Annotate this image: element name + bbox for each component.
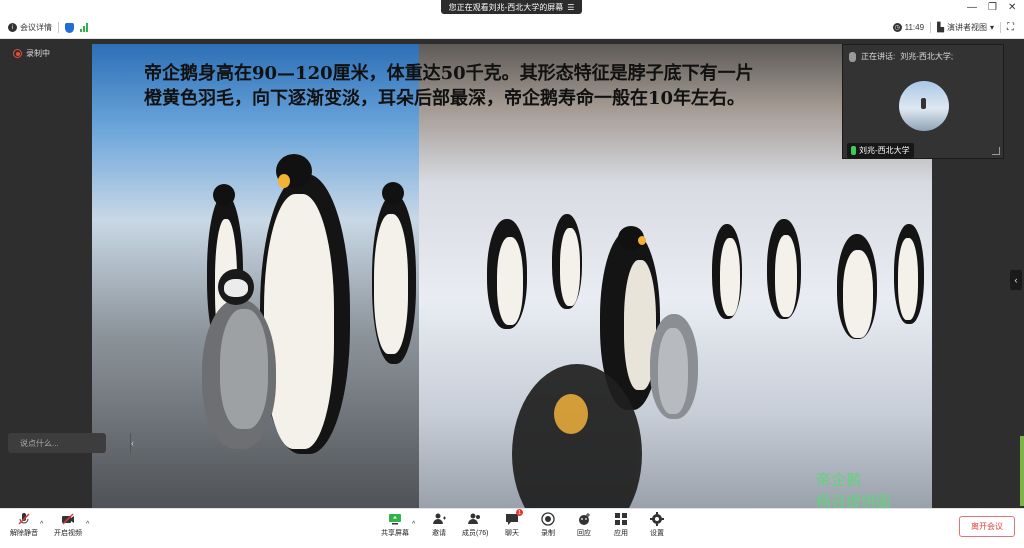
banner-text: 您正在观看刘兆-西北大学的屏幕 [448, 2, 564, 12]
record-label: 录制 [541, 530, 555, 537]
chevron-up-icon[interactable]: ^ [86, 521, 89, 528]
record-icon [13, 49, 22, 58]
photo-caption: 帝企鹅 杨召提供图 [816, 469, 891, 508]
chat-quick-input: ‹ [8, 433, 134, 453]
mic-muted-icon [17, 512, 31, 526]
layout-icon: ▙ [937, 22, 944, 32]
clock: ◷ 11:49 [892, 23, 925, 32]
slide-text-line: 帝企鹅身高在90—120厘米，体重达50千克。其形态特征是脖子底下有一片 [144, 63, 754, 84]
camera-off-icon [61, 512, 75, 526]
restore-icon[interactable]: ❐ [988, 2, 997, 13]
speaker-name-tag: 刘兆-西北大学 [847, 143, 914, 158]
info-icon: i [8, 23, 17, 32]
reaction-label: 回应 [577, 530, 591, 537]
chevron-up-icon[interactable]: ^ [412, 521, 415, 528]
reaction-button[interactable]: 回应 [577, 512, 591, 538]
apps-label: 应用 [614, 530, 628, 537]
view-mode-dropdown[interactable]: ▙ 演讲者视图 ▾ [937, 22, 994, 33]
meeting-details-label: 会议详情 [20, 23, 52, 32]
shield-icon[interactable] [65, 22, 74, 33]
minimize-icon[interactable]: — [967, 2, 977, 13]
share-screen-label: 共享屏幕 [381, 530, 409, 537]
meeting-stage: 录制中 帝企鹅身高在90—120厘米，体重达50千克。其形态特征是脖子底下有一片… [0, 39, 1024, 508]
settings-label: 设置 [650, 530, 664, 537]
chevron-left-icon[interactable]: ‹ [1010, 270, 1022, 290]
clock-icon: ◷ [892, 23, 902, 32]
add-user-icon [432, 512, 446, 526]
caption-line: 帝企鹅 [816, 471, 862, 489]
microphone-icon [849, 51, 856, 62]
speaker-name: 刘兆-西北大学 [859, 146, 910, 155]
unmute-button[interactable]: 解除静音 [10, 512, 38, 538]
gear-icon [650, 512, 664, 526]
share-screen-button[interactable]: 共享屏幕 [381, 512, 409, 538]
reaction-icon [577, 512, 591, 526]
apps-button[interactable]: 应用 [614, 512, 628, 538]
meeting-toolbar: 解除静音 ^ 开启视频 ^ 共享屏幕 ^ 邀请 成员(76) 1 聊天 录制 回… [0, 508, 1024, 548]
chat-icon: 1 [505, 509, 523, 526]
start-video-button[interactable]: 开启视频 [54, 512, 82, 538]
chat-input[interactable] [14, 433, 130, 453]
recording-label: 录制中 [26, 49, 50, 58]
chevron-down-icon: ▾ [989, 23, 994, 32]
slide-text-line: 橙黄色羽毛，向下逐渐变淡，耳朵后部最深，帝企鹅寿命一般在10年左右。 [144, 88, 746, 109]
avatar [899, 81, 949, 131]
resize-handle[interactable] [992, 147, 1000, 155]
menu-icon[interactable]: ☰ [567, 3, 574, 12]
microphone-icon [851, 146, 856, 155]
invite-button[interactable]: 邀请 [432, 512, 446, 538]
fullscreen-icon[interactable]: ⛶ [1007, 22, 1014, 33]
unmute-label: 解除静音 [10, 530, 38, 537]
screen-share-banner[interactable]: 您正在观看刘兆-西北大学的屏幕 ☰ [441, 0, 582, 14]
slide-text: 帝企鹅身高在90—120厘米，体重达50千克。其形态特征是脖子底下有一片 橙黄色… [144, 61, 884, 111]
meeting-details-button[interactable]: i 会议详情 [8, 22, 52, 33]
leave-meeting-button[interactable]: 离开会议 [959, 516, 1015, 537]
clock-time: 11:49 [904, 23, 925, 32]
meeting-info-bar: i 会议详情 ◷ 11:49 ▙ 演讲者视图 ▾ ⛶ [0, 17, 1024, 39]
start-video-label: 开启视频 [54, 530, 82, 537]
chat-label: 聊天 [505, 530, 519, 537]
shared-screen: 帝企鹅身高在90—120厘米，体重达50千克。其形态特征是脖子底下有一片 橙黄色… [92, 44, 932, 508]
apps-icon [614, 512, 628, 526]
divider [58, 22, 59, 33]
members-button[interactable]: 成员(76) [462, 512, 488, 538]
title-bar: 您正在观看刘兆-西北大学的屏幕 ☰ — ❐ ✕ [0, 0, 1024, 17]
divider [930, 22, 932, 33]
chat-button[interactable]: 1 聊天 [505, 509, 523, 538]
settings-button[interactable]: 设置 [650, 512, 664, 538]
chevron-left-icon[interactable]: ‹ [130, 433, 134, 453]
caption-line: 杨召提供图 [816, 493, 892, 508]
view-mode-label: 演讲者视图 [946, 23, 987, 32]
members-label: 成员(76) [462, 530, 489, 537]
chevron-up-icon[interactable]: ^ [40, 521, 43, 528]
speaking-name: 刘兆-西北大学; [900, 52, 954, 61]
invite-label: 邀请 [432, 530, 446, 537]
record-icon [541, 512, 555, 526]
record-button[interactable]: 录制 [541, 512, 555, 538]
close-icon[interactable]: ✕ [1008, 2, 1016, 13]
recording-indicator[interactable]: 录制中 [13, 48, 50, 59]
members-icon [468, 512, 482, 526]
chat-badge: 1 [516, 509, 523, 516]
signal-icon[interactable] [80, 23, 88, 32]
divider [1000, 22, 1001, 33]
edge-strip [1020, 436, 1024, 506]
share-screen-icon [388, 512, 402, 526]
